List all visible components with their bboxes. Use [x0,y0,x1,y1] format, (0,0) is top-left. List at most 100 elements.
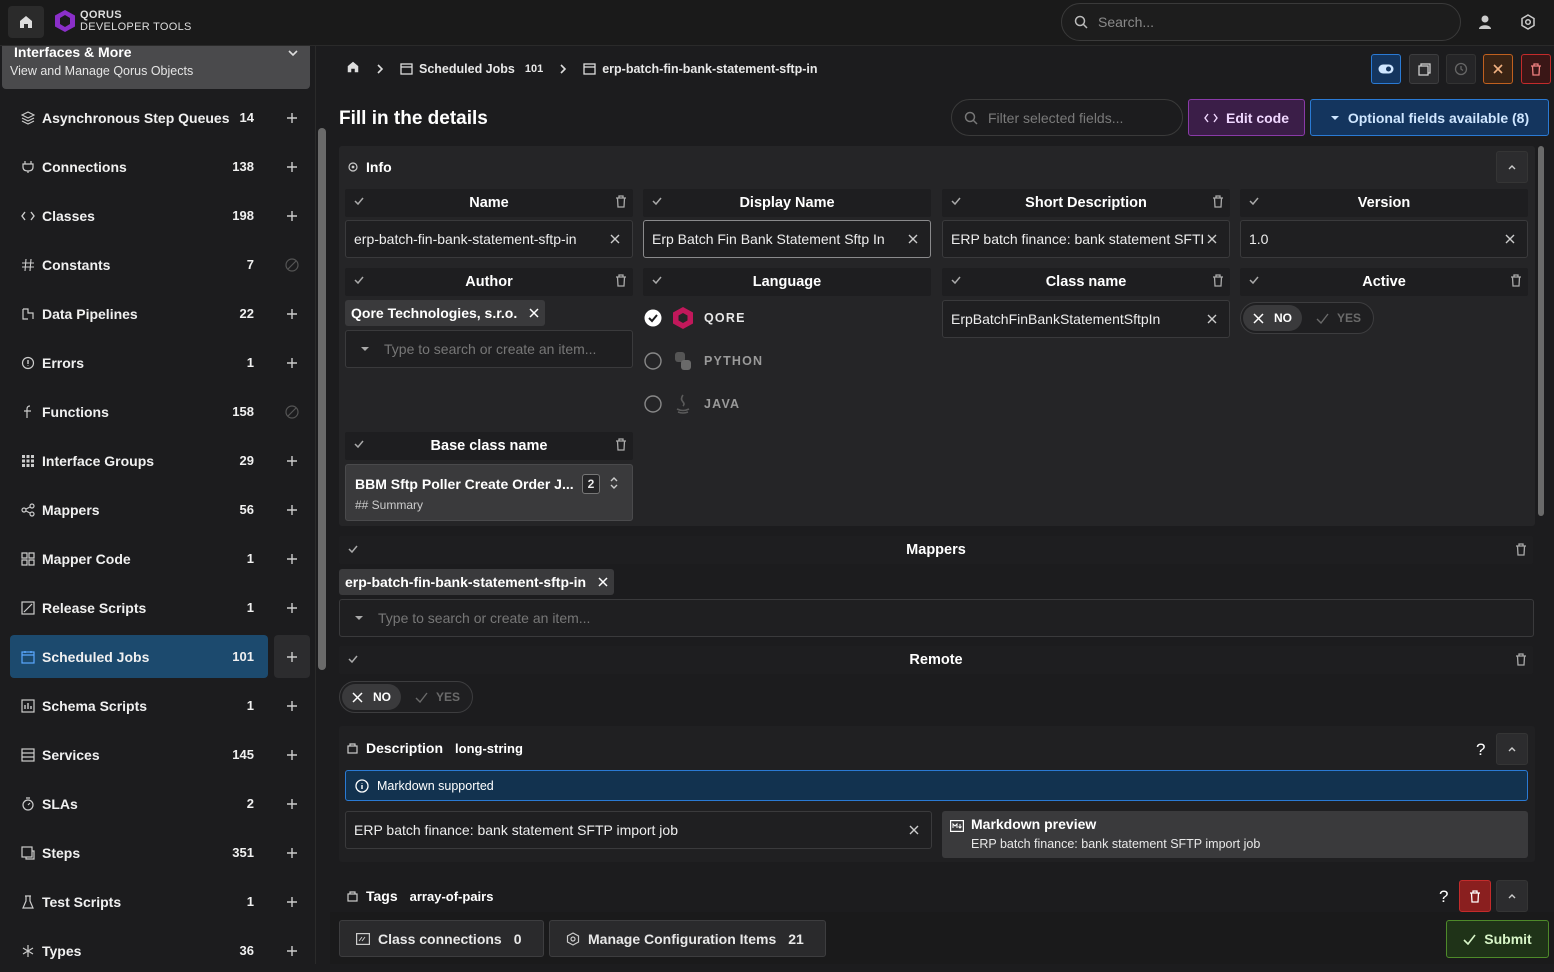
clear-version-button[interactable] [1501,234,1519,244]
sidebar-add-asynchronous-step-queues[interactable] [274,96,310,139]
description-textarea[interactable]: ERP batch finance: bank statement SFTP i… [345,811,932,849]
active-yes-option[interactable]: YES [1306,305,1371,331]
sidebar-item-release-scripts[interactable]: Release Scripts 1 [10,586,268,629]
sidebar-item-scheduled-jobs[interactable]: Scheduled Jobs 101 [10,635,268,678]
clear-description-button[interactable] [905,825,923,835]
delete-button[interactable] [1521,54,1551,84]
trash-icon[interactable] [1515,653,1527,666]
description-help-icon[interactable]: ? [1476,740,1485,760]
mappers-placeholder: Type to search or create an item... [378,610,591,626]
trash-icon[interactable] [1212,274,1224,287]
sidebar-add-interface-groups[interactable] [274,439,310,482]
content-scrollbar[interactable] [1538,146,1544,516]
short-description-input[interactable]: ERP batch finance: bank statement SFTP i… [942,220,1230,258]
sidebar-item-functions[interactable]: Functions 158 [10,390,268,433]
sidebar-add-schema-scripts[interactable] [274,684,310,727]
sidebar-header[interactable]: Interfaces & More View and Manage Qorus … [2,44,310,89]
breadcrumb-section[interactable]: Scheduled Jobs 101 [400,62,543,76]
qore-label: QORE [704,311,746,325]
sidebar-item-test-scripts[interactable]: Test Scripts 1 [10,880,268,923]
sidebar-add-classes[interactable] [274,194,310,237]
display-name-input[interactable]: Erp Batch Fin Bank Statement Sftp In [643,220,931,258]
sidebar-item-types[interactable]: Types 36 [10,929,268,972]
trash-icon[interactable] [1515,543,1527,556]
version-input[interactable]: 1.0 [1240,220,1528,258]
delete-tags-button[interactable] [1459,880,1491,912]
sidebar-item-schema-scripts[interactable]: Schema Scripts 1 [10,684,268,727]
sidebar-add-services[interactable] [274,733,310,776]
language-option-python[interactable]: PYTHON [644,350,763,372]
author-tag[interactable]: Qore Technologies, s.r.o. [345,300,546,326]
sidebar-item-mapper-code[interactable]: Mapper Code 1 [10,537,268,580]
clear-name-button[interactable] [606,234,624,244]
active-no-option[interactable]: NO [1243,305,1302,331]
sidebar-item-data-pipelines[interactable]: Data Pipelines 22 [10,292,268,335]
user-button[interactable] [1473,10,1497,34]
trash-icon[interactable] [1510,274,1522,287]
sidebar-item-errors[interactable]: Errors 1 [10,341,268,384]
qorus-logo[interactable]: QORUS DEVELOPER TOOLS [54,9,192,33]
sidebar-add-types[interactable] [274,929,310,972]
class-connections-button[interactable]: Class connections 0 [339,920,544,957]
sidebar-item-asynchronous-step-queues[interactable]: Asynchronous Step Queues 14 [10,96,268,139]
sidebar-item-constants[interactable]: Constants 7 [10,243,268,286]
author-search-input[interactable]: Type to search or create an item... [345,330,633,368]
history-button[interactable] [1446,54,1476,84]
clear-display-name-button[interactable] [904,234,922,244]
optional-fields-button[interactable]: Optional fields available (8) [1310,99,1549,136]
collapse-tags-button[interactable] [1496,880,1528,912]
submit-button[interactable]: Submit [1446,920,1549,958]
remote-yes-option[interactable]: YES [405,684,470,710]
trash-icon[interactable] [1212,195,1224,208]
remote-toggle[interactable]: NO YES [339,681,474,713]
sidebar-add-data-pipelines[interactable] [274,292,310,335]
mappers-search-input[interactable]: Type to search or create an item... [339,599,1534,637]
sidebar-add-release-scripts[interactable] [274,586,310,629]
manage-config-items-button[interactable]: Manage Configuration Items 21 [549,920,826,957]
clone-button[interactable] [1409,54,1439,84]
sidebar-item-classes[interactable]: Classes 198 [10,194,268,237]
cancel-button[interactable] [1483,54,1513,84]
class-name-input[interactable]: ErpBatchFinBankStatementSftpIn [942,300,1230,338]
active-toggle[interactable]: NO YES [1240,302,1375,334]
sidebar-item-steps[interactable]: Steps 351 [10,831,268,874]
language-option-java[interactable]: JAVA [644,393,740,415]
collapse-description-button[interactable] [1496,733,1528,765]
trash-icon[interactable] [615,438,627,451]
filter-fields-input[interactable]: Filter selected fields... [951,99,1183,136]
sidebar-add-connections[interactable] [274,145,310,188]
tags-help-icon[interactable]: ? [1439,887,1448,907]
close-icon[interactable] [598,577,608,587]
sidebar-add-scheduled-jobs[interactable] [274,635,310,678]
sidebar-add-mapper-code[interactable] [274,537,310,580]
clear-short-description-button[interactable] [1203,234,1221,244]
sidebar-item-services[interactable]: Services 145 [10,733,268,776]
sidebar-item-slas[interactable]: SLAs 2 [10,782,268,825]
trash-icon[interactable] [615,274,627,287]
sidebar-item-mappers[interactable]: Mappers 56 [10,488,268,531]
close-icon[interactable] [529,308,539,318]
toggle-view-button[interactable] [1371,54,1401,84]
settings-button[interactable] [1516,10,1540,34]
global-search[interactable]: Search... [1061,3,1461,41]
sidebar-item-connections[interactable]: Connections 138 [10,145,268,188]
home-button[interactable] [8,6,44,38]
trash-icon[interactable] [615,195,627,208]
breadcrumb-home[interactable] [346,60,360,77]
clear-class-name-button[interactable] [1203,314,1221,324]
sidebar-item-interface-groups[interactable]: Interface Groups 29 [10,439,268,482]
sidebar-add-mappers[interactable] [274,488,310,531]
mappers-tag[interactable]: erp-batch-fin-bank-statement-sftp-in [339,569,615,595]
collapse-info-button[interactable] [1496,151,1528,183]
sidebar-add-steps[interactable] [274,831,310,874]
sidebar-add-errors[interactable] [274,341,310,384]
history-icon [1454,62,1468,76]
remote-no-option[interactable]: NO [342,684,401,710]
base-class-select[interactable]: BBM Sftp Poller Create Order J... 2 ## S… [345,464,633,521]
sidebar-scrollbar[interactable] [318,128,326,670]
name-input[interactable]: erp-batch-fin-bank-statement-sftp-in [345,220,633,258]
language-option-qore[interactable]: QORE [644,306,746,330]
sidebar-add-test-scripts[interactable] [274,880,310,923]
sidebar-add-slas[interactable] [274,782,310,825]
edit-code-button[interactable]: Edit code [1188,99,1305,136]
